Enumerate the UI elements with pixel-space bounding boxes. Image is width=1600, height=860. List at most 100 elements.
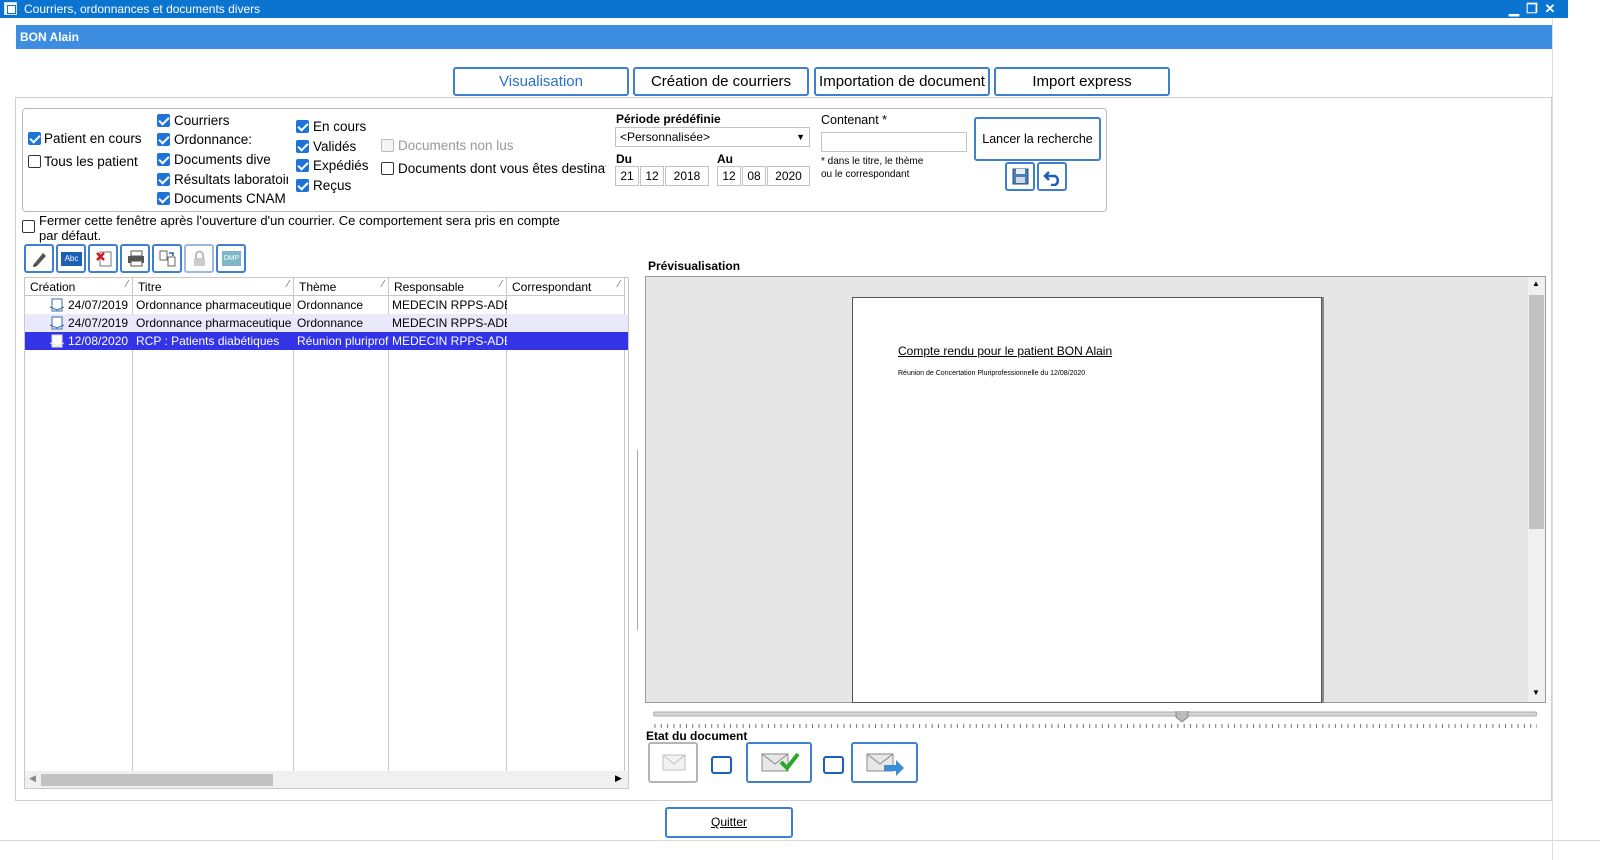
scroll-down-icon[interactable]: ▼ (1532, 688, 1540, 697)
recus-checkbox[interactable] (296, 179, 309, 192)
delete-icon (96, 251, 112, 267)
ordonnances-label: Ordonnance: (174, 132, 253, 147)
patient-en-cours-label: Patient en cours (44, 131, 142, 146)
ordonnances-checkbox[interactable] (157, 133, 170, 146)
contenant-hint-2: ou le correspondant (821, 169, 910, 180)
courriers-checkbox[interactable] (157, 114, 170, 127)
transfer-button[interactable] (152, 244, 182, 273)
du-day-input[interactable]: 21 (615, 166, 639, 186)
scrollbar-thumb[interactable] (1529, 295, 1544, 529)
column-header-titre[interactable]: Titre (133, 278, 294, 296)
quitter-button[interactable]: Quitter (665, 807, 793, 838)
column-header-responsable[interactable]: Responsable (389, 278, 507, 296)
documents-non-lus-checkbox[interactable] (381, 139, 394, 152)
document-icon (49, 316, 65, 330)
status-draft-button[interactable] (648, 742, 698, 783)
au-day-input[interactable]: 12 (717, 166, 741, 186)
fermer-fenetre-checkbox[interactable] (22, 220, 35, 233)
close-icon[interactable]: ✕ (1541, 0, 1559, 18)
delete-button[interactable] (88, 244, 118, 273)
cell-theme: Ordonnance (297, 316, 364, 330)
table-row-selected[interactable]: 12/08/2020 RCP : Patients diabétiques Ré… (25, 332, 628, 350)
chevron-down-icon: ▼ (796, 132, 805, 142)
expedies-checkbox[interactable] (296, 159, 309, 172)
du-year-input[interactable]: 2018 (665, 166, 709, 186)
app-icon (4, 2, 17, 15)
documents-divers-checkbox[interactable] (157, 153, 170, 166)
fermer-fenetre-label-2: par défaut. (39, 228, 102, 243)
en-cours-label: En cours (313, 119, 367, 134)
documents-cnam-checkbox[interactable] (157, 192, 170, 205)
tous-les-patients-checkbox[interactable] (28, 155, 41, 168)
scrollbar-thumb[interactable] (41, 774, 273, 786)
documents-destinataire-checkbox[interactable] (381, 162, 394, 175)
envelope-validated-icon (761, 752, 800, 772)
status-validated-checkbox[interactable] (711, 756, 732, 774)
horizontal-scrollbar[interactable]: ◀ ▶ (25, 771, 628, 788)
contenant-hint-1: * dans le titre, le thème (821, 156, 924, 167)
cell-creation: 24/07/2019 (68, 316, 129, 330)
contenant-input[interactable] (821, 132, 967, 152)
print-button[interactable] (120, 244, 150, 273)
au-year-input[interactable]: 2020 (767, 166, 810, 186)
status-sent-checkbox[interactable] (823, 756, 844, 774)
table-row[interactable]: 24/07/2019 Ordonnance pharmaceutique Ord… (25, 314, 628, 332)
scroll-right-icon[interactable]: ▶ (615, 773, 622, 784)
au-label: Au (717, 152, 733, 166)
edit-button[interactable] (24, 244, 54, 273)
status-validated-button[interactable] (746, 742, 812, 783)
contenant-label: Contenant * (821, 113, 888, 127)
resultats-laboratoire-checkbox[interactable] (157, 173, 170, 186)
zoom-slider[interactable] (653, 711, 1537, 731)
panel-splitter[interactable] (637, 450, 640, 630)
cell-responsable: MEDECIN RPPS-ADELI (392, 334, 507, 348)
reset-search-button[interactable] (1037, 162, 1067, 191)
column-header-theme[interactable]: Thème (294, 278, 389, 296)
dmp-button[interactable]: DMP (216, 244, 246, 273)
column-header-correspondant[interactable]: Correspondant (507, 278, 625, 296)
en-cours-checkbox[interactable] (296, 120, 309, 133)
dmp-icon: DMP (222, 251, 241, 266)
print-icon (128, 250, 144, 267)
tab-visualisation[interactable]: Visualisation (453, 67, 629, 96)
minimize-icon[interactable]: ▁ (1505, 0, 1523, 18)
tab-importation-document[interactable]: Importation de document (814, 67, 990, 96)
cell-titre: Ordonnance pharmaceutique (136, 316, 292, 330)
expedies-label: Expédiés (313, 158, 369, 173)
periode-value: <Personnalisée> (620, 130, 711, 144)
du-month-input[interactable]: 12 (640, 166, 664, 186)
scroll-up-icon[interactable]: ▲ (1532, 279, 1540, 288)
transfer-icon (159, 250, 176, 267)
etat-document-label: Etat du document (646, 729, 748, 743)
scroll-left-icon[interactable]: ◀ (29, 773, 36, 784)
lancer-recherche-button[interactable]: Lancer la recherche (974, 117, 1101, 161)
tab-import-express[interactable]: Import express (994, 67, 1170, 96)
column-header-creation[interactable]: Création (25, 278, 133, 296)
recus-label: Reçus (313, 178, 352, 193)
edit-icon (33, 253, 46, 267)
resultats-laboratoire-label: Résultats laboratoir (174, 172, 288, 187)
preview-doc-title: Compte rendu pour le patient BON Alain (898, 344, 1113, 358)
patient-name: BON Alain (20, 30, 79, 44)
spellcheck-button[interactable]: Abc (56, 244, 86, 273)
documents-cnam-label: Documents CNAM (174, 191, 286, 206)
tous-les-patients-label: Tous les patient (44, 154, 138, 169)
preview-vertical-scrollbar[interactable]: ▲ ▼ (1528, 277, 1545, 702)
patient-en-cours-checkbox[interactable] (28, 132, 41, 145)
tab-creation-courriers[interactable]: Création de courriers (633, 67, 809, 96)
bottom-divider (0, 840, 1600, 841)
column-divider (388, 278, 389, 771)
save-search-button[interactable] (1005, 162, 1035, 191)
periode-select[interactable]: <Personnalisée> ▼ (615, 127, 810, 147)
restore-icon[interactable]: ❐ (1523, 0, 1541, 18)
column-divider (624, 278, 625, 771)
lock-button[interactable] (184, 244, 214, 273)
documents-destinataire-label: Documents dont vous êtes destinata (398, 161, 606, 176)
table-row[interactable]: 24/07/2019 Ordonnance pharmaceutique Ord… (25, 296, 628, 314)
documents-divers-label: Documents dive (174, 152, 271, 167)
au-month-input[interactable]: 08 (742, 166, 766, 186)
status-sent-button[interactable] (851, 742, 918, 783)
document-icon (49, 334, 65, 348)
cell-creation: 24/07/2019 (68, 298, 129, 312)
valides-checkbox[interactable] (296, 140, 309, 153)
